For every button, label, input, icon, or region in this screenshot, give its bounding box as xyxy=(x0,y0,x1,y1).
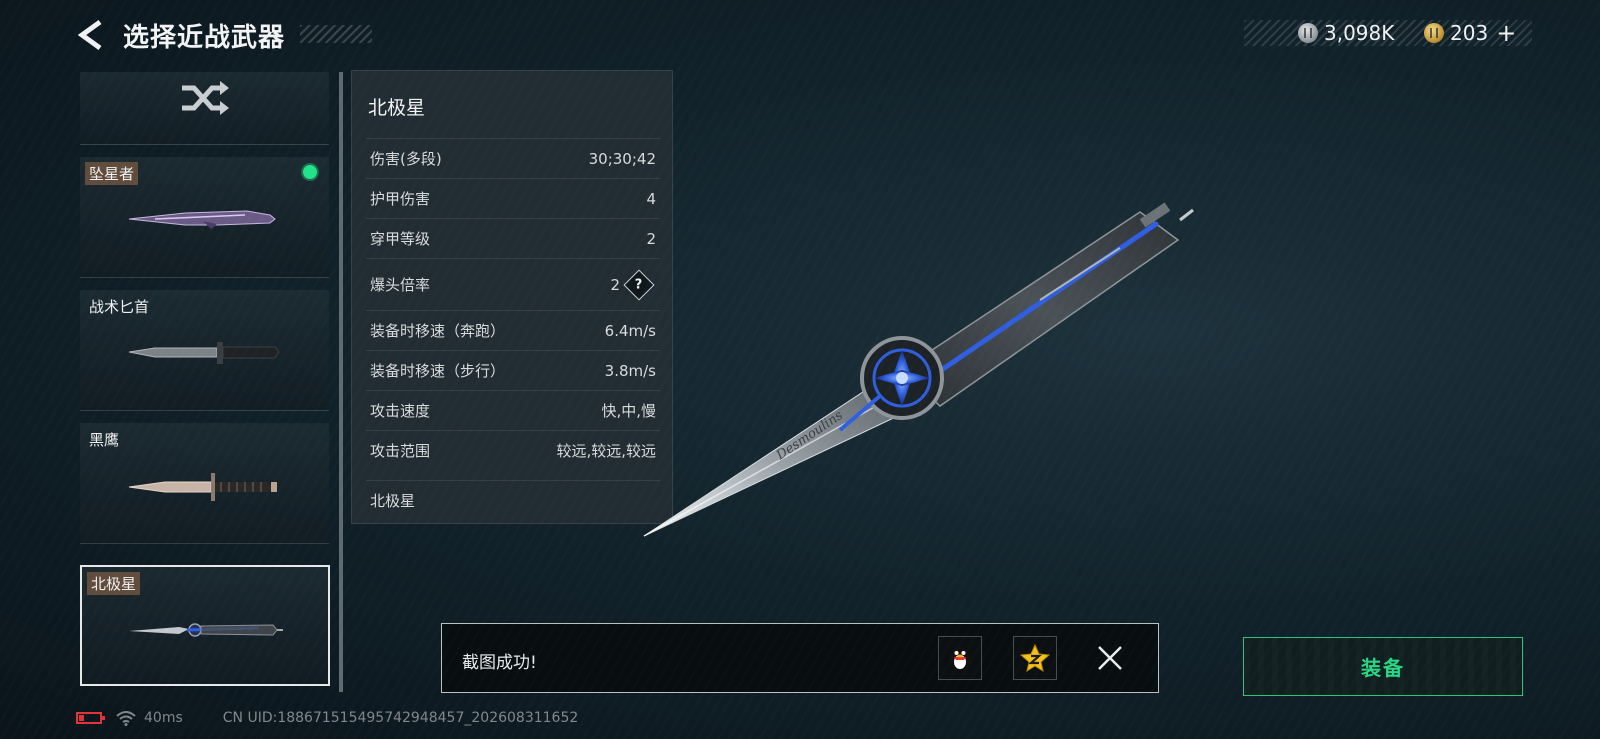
status-bar: 40ms CN UID:18867151549574294845​7_20260… xyxy=(76,708,578,728)
ping-value: 40ms xyxy=(144,710,183,726)
stat-row-armor-damage: 护甲伤害 4 xyxy=(366,178,660,218)
battery-low-icon xyxy=(76,712,105,724)
game-screen: 选择近战武器 3,098K 203 + 坠星者 战术匕首 黑鹰 北极星 北极星 … xyxy=(0,0,1600,739)
weapon-stats-title: 北极星 xyxy=(368,97,426,119)
polaris-knife-hero-image: Desmoulins xyxy=(643,202,1194,537)
back-button[interactable] xyxy=(76,18,106,52)
stat-value: 2 xyxy=(610,275,620,294)
stat-value: 30;30;42 xyxy=(588,149,656,168)
weapon-card-starfall[interactable]: 坠星者 xyxy=(80,157,329,278)
stat-row-attack-speed: 攻击速度 快,中,慢 xyxy=(366,390,660,430)
qq-penguin-icon xyxy=(950,647,970,671)
premium-balance[interactable]: 203 + xyxy=(1424,18,1516,48)
weapon-card-polaris[interactable]: 北极星 xyxy=(80,565,330,686)
stat-label: 护甲伤害 xyxy=(370,190,431,208)
screenshot-toast: 截图成功! xyxy=(441,623,1159,693)
weapon-card-black-hawk[interactable]: 黑鹰 xyxy=(80,423,329,544)
tactical-knife-image xyxy=(128,342,280,364)
page-title: 选择近战武器 xyxy=(123,23,286,53)
stat-label: 伤害(多段) xyxy=(370,150,442,168)
weapon-card-name: 北极星 xyxy=(87,572,141,595)
premium-amount: 203 xyxy=(1450,21,1489,45)
weapon-card-name: 战术匕首 xyxy=(89,298,150,316)
user-uid: CN UID:18867151549574294845​7_2026083116… xyxy=(222,710,579,726)
stat-label: 装备时移速（奔跑） xyxy=(370,322,506,340)
back-arrow-icon xyxy=(77,19,102,51)
stat-label: 攻击速度 xyxy=(370,402,431,420)
stat-row-penetration: 穿甲等级 2 xyxy=(366,218,660,258)
silver-coin-icon xyxy=(1298,23,1318,43)
weapon-stats-panel: 北极星 伤害(多段) 30;30;42 护甲伤害 4 穿甲等级 2 爆头倍率 2… xyxy=(351,70,673,524)
stat-row-headshot-multiplier: 爆头倍率 2 ? xyxy=(366,258,660,310)
stat-label: 装备时移速（步行） xyxy=(370,362,506,380)
close-icon[interactable] xyxy=(1094,642,1126,674)
gold-coin-icon xyxy=(1424,23,1444,43)
equipped-indicator-icon xyxy=(303,165,317,179)
weapon-card-name: 坠星者 xyxy=(85,162,139,185)
black-hawk-knife-image xyxy=(128,473,277,501)
stat-row-damage: 伤害(多段) 30;30;42 xyxy=(366,138,660,178)
weapon-card-tactical-dagger[interactable]: 战术匕首 xyxy=(80,290,329,411)
stat-label: 爆头倍率 xyxy=(370,276,431,294)
purple-knife-image xyxy=(128,210,276,229)
wifi-icon xyxy=(116,711,136,726)
share-qzone-button[interactable] xyxy=(1013,636,1057,680)
toast-message: 截图成功! xyxy=(462,653,537,673)
coin-amount: 3,098K xyxy=(1324,21,1395,45)
add-currency-button[interactable]: + xyxy=(1496,19,1516,47)
coin-balance: 3,098K xyxy=(1298,18,1394,48)
shuffle-icon xyxy=(182,81,229,115)
stat-row-walk-speed: 装备时移速（步行） 3.8m/s xyxy=(366,350,660,390)
qzone-star-icon xyxy=(1020,643,1050,673)
weapon-card-name: 黑鹰 xyxy=(89,431,120,449)
polaris-knife-image xyxy=(129,623,283,637)
title-decoration xyxy=(300,25,372,43)
equip-button[interactable]: 装备 xyxy=(1243,637,1523,696)
stat-label: 穿甲等级 xyxy=(370,230,431,248)
stat-row-run-speed: 装备时移速（奔跑） 6.4m/s xyxy=(366,310,660,350)
stat-row-attack-range: 攻击范围 较远,较远,较远 xyxy=(366,430,660,470)
stat-label: 攻击范围 xyxy=(370,442,431,460)
weapon-list-scrollbar[interactable] xyxy=(339,72,343,692)
random-weapon-button[interactable] xyxy=(80,72,329,145)
weapon-skin-name: 北极星 xyxy=(366,480,660,520)
share-qq-button[interactable] xyxy=(938,636,982,680)
